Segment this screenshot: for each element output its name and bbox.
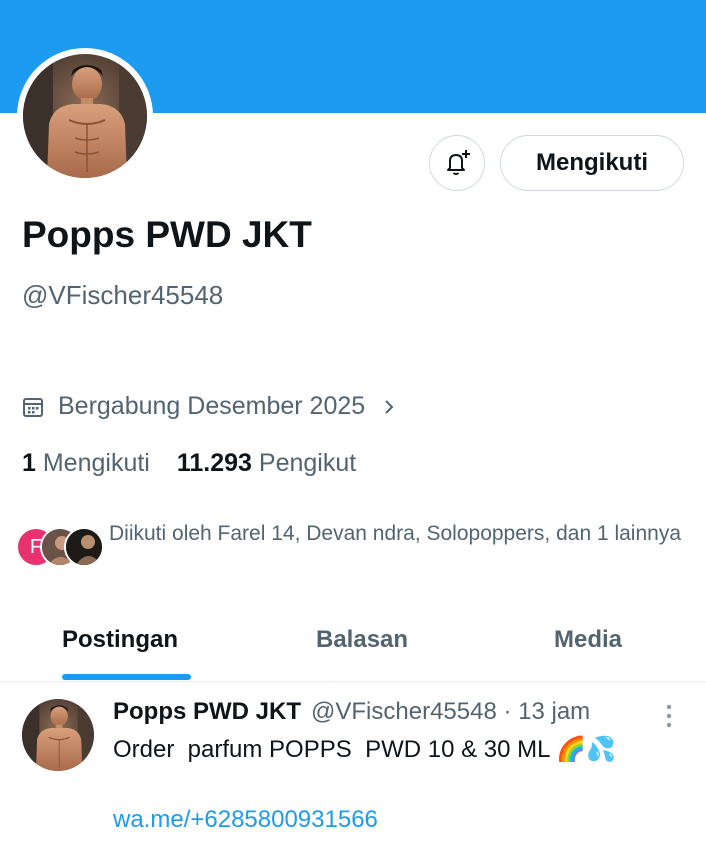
followed-by-text: Diikuti oleh Farel 14, Devan ndra, Solop… <box>109 522 682 545</box>
post-text: Order parfum POPPS PWD 10 & 30 ML 🌈💦 <box>113 736 617 763</box>
following-label: Mengikuti <box>42 449 150 477</box>
tab-postingan[interactable]: Postingan <box>62 626 178 654</box>
profile-display-name: Popps PWD JKT <box>22 214 312 255</box>
more-vertical-icon[interactable] <box>662 703 676 729</box>
profile-tabs: Postingan Balasan Media <box>0 610 706 682</box>
post-link[interactable]: wa.me/+6285800931566 <box>113 806 378 834</box>
post-meta: @VFischer45548 · 13 jam <box>311 698 591 725</box>
calendar-icon <box>23 397 43 417</box>
followers-label: Pengikut <box>258 449 357 477</box>
joined-date-text: Bergabung Desember 2025 <box>58 392 366 420</box>
following-count-link[interactable]: 1 Mengikuti <box>22 449 150 478</box>
profile-avatar[interactable] <box>23 54 147 178</box>
profile-handle: @VFischer45548 <box>22 280 224 310</box>
post-author-name[interactable]: Popps PWD JKT <box>113 698 301 726</box>
chevron-right-icon <box>385 399 394 414</box>
followers-count: 11.293 <box>176 449 252 477</box>
tab-balasan[interactable]: Balasan <box>316 626 408 654</box>
followers-count-link[interactable]: 11.293 Pengikut <box>177 449 356 478</box>
tab-media[interactable]: Media <box>554 626 622 654</box>
post-author-avatar[interactable] <box>22 699 94 771</box>
following-count: 1 <box>22 449 36 477</box>
bell-plus-icon <box>447 150 470 175</box>
notification-bell-button[interactable] <box>429 135 485 191</box>
following-button[interactable]: Mengikuti <box>500 135 684 191</box>
tabs-divider <box>0 681 706 682</box>
follower-avatar <box>64 527 104 567</box>
post-header: Popps PWD JKT @VFischer45548 · 13 jam <box>113 698 590 726</box>
active-tab-indicator <box>62 674 191 680</box>
joined-date-row[interactable]: Bergabung Desember 2025 <box>22 392 397 421</box>
follow-counts: 1 Mengikuti 11.293 Pengikut <box>22 449 383 478</box>
